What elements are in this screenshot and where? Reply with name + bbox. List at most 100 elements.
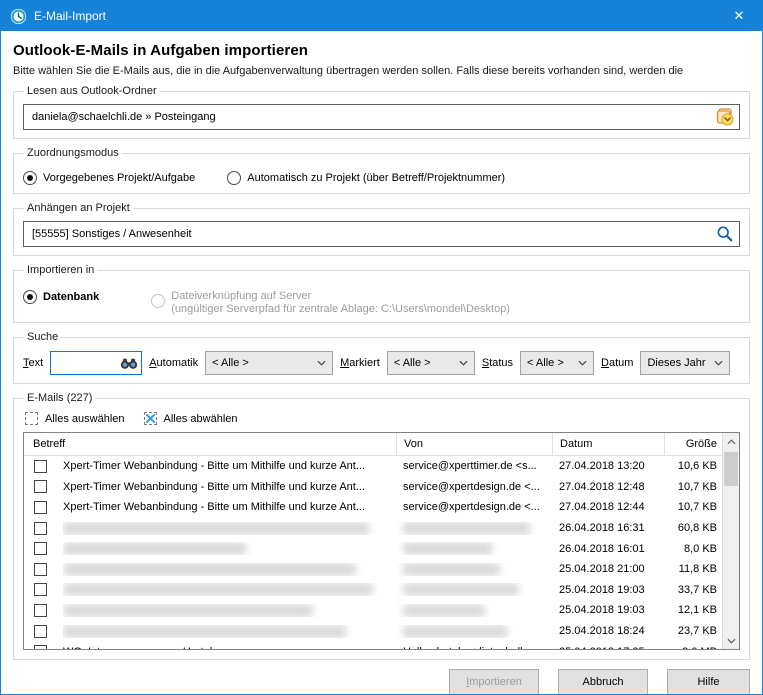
footer-buttons: Importieren Abbruch Hilfe <box>13 669 750 695</box>
blurred-von <box>403 522 530 535</box>
radio-automatisch-zu-projekt[interactable]: Automatisch zu Projekt (über Betreff/Pro… <box>227 171 505 185</box>
search-text-input[interactable] <box>50 351 142 375</box>
email-groesse: 10,7 KB <box>664 481 722 493</box>
radio-vorgegebenes-projekt-label: Vorgegebenes Projekt/Aufgabe <box>43 172 195 184</box>
email-datum: 26.04.2018 16:01 <box>552 543 664 555</box>
email-betreff <box>63 542 396 555</box>
radio-selected-icon <box>23 171 37 185</box>
email-betreff: Xpert-Timer Webanbindung - Bitte um Mith… <box>63 460 396 472</box>
email-checkbox[interactable] <box>34 625 47 638</box>
email-datum: 25.04.2018 19:03 <box>552 584 664 596</box>
email-von <box>396 542 552 555</box>
email-row[interactable]: 25.04.2018 21:0011,8 KB <box>24 559 739 580</box>
email-datum: 27.04.2018 12:44 <box>552 501 664 513</box>
help-button[interactable]: Hilfe <box>667 669 750 695</box>
email-table-body: Xpert-Timer Webanbindung - Bitte um Mith… <box>24 456 739 649</box>
blurred-von <box>403 542 492 555</box>
deselect-all-label[interactable]: Alles abwählen <box>164 413 238 425</box>
email-row[interactable]: WG: Interessengruppen HortplanungHelkesh… <box>24 641 739 649</box>
email-datum: 25.04.2018 21:00 <box>552 563 664 575</box>
blue-x-icon <box>146 414 155 423</box>
import-button[interactable]: Importieren <box>449 669 539 695</box>
radio-vorgegebenes-projekt[interactable]: Vorgegebenes Projekt/Aufgabe <box>23 171 195 185</box>
blurred-betreff <box>63 563 356 576</box>
close-icon[interactable]: ✕ <box>716 1 762 31</box>
scroll-down-icon[interactable] <box>723 632 739 649</box>
chevron-down-icon <box>317 360 326 366</box>
email-checkbox[interactable] <box>34 542 47 555</box>
column-header-datum[interactable]: Datum <box>552 433 664 455</box>
email-checkbox[interactable] <box>34 501 47 514</box>
chevron-down-icon <box>578 360 587 366</box>
radio-automatisch-zu-projekt-label: Automatisch zu Projekt (über Betreff/Pro… <box>247 172 505 184</box>
email-betreff <box>63 604 396 617</box>
email-table-header: Betreff Von Datum Größe <box>24 433 739 456</box>
blurred-von <box>403 563 500 576</box>
column-header-von[interactable]: Von <box>396 433 552 455</box>
column-header-betreff[interactable]: Betreff <box>24 433 396 455</box>
email-row[interactable]: 26.04.2018 16:018,0 KB <box>24 538 739 559</box>
column-header-groesse[interactable]: Größe <box>664 433 722 455</box>
email-groesse: 10,6 KB <box>664 460 722 472</box>
email-row[interactable]: Xpert-Timer Webanbindung - Bitte um Mith… <box>24 497 739 518</box>
radio-datenbank[interactable]: Datenbank <box>23 290 99 304</box>
email-von <box>396 625 552 638</box>
email-datum: 25.04.2018 18:24 <box>552 625 664 637</box>
email-groesse: 60,8 KB <box>664 522 722 534</box>
email-betreff <box>63 583 396 596</box>
projekt-field[interactable]: [55555] Sonstiges / Anwesenheit <box>23 221 740 247</box>
radio-unselected-icon <box>227 171 241 185</box>
projekt-value: [55555] Sonstiges / Anwesenheit <box>32 228 714 240</box>
email-betreff <box>63 563 396 576</box>
vertical-scrollbar[interactable] <box>722 433 739 649</box>
titlebar[interactable]: E-Mail-Import ✕ <box>1 1 762 31</box>
cancel-button[interactable]: Abbruch <box>558 669 648 695</box>
search-projekt-icon[interactable] <box>714 223 736 245</box>
automatik-select[interactable]: < Alle > <box>205 351 333 375</box>
radio-dateiverknuepfung-note: (ungültiger Serverpfad für zentrale Abla… <box>171 303 510 316</box>
scroll-up-icon[interactable] <box>723 433 739 450</box>
markiert-select[interactable]: < Alle > <box>387 351 475 375</box>
email-betreff: Xpert-Timer Webanbindung - Bitte um Mith… <box>63 481 396 493</box>
dialog-content: Outlook-E-Mails in Aufgaben importieren … <box>1 42 762 695</box>
email-checkbox[interactable] <box>34 604 47 617</box>
scrollbar-thumb[interactable] <box>724 452 738 486</box>
blurred-betreff <box>63 604 313 617</box>
outlook-folder-combo[interactable]: daniela@schaelchli.de » Posteingang <box>23 104 740 130</box>
outlook-folder-value: daniela@schaelchli.de » Posteingang <box>32 111 714 123</box>
email-row[interactable]: 25.04.2018 19:0312,1 KB <box>24 600 739 621</box>
email-checkbox[interactable] <box>34 583 47 596</box>
group-zuordnungsmodus-label: Zuordnungsmodus <box>24 147 122 159</box>
email-row[interactable]: 26.04.2018 16:3160,8 KB <box>24 518 739 539</box>
email-row[interactable]: Xpert-Timer Webanbindung - Bitte um Mith… <box>24 456 739 477</box>
blurred-betreff <box>63 583 373 596</box>
datum-select[interactable]: Dieses Jahr <box>640 351 730 375</box>
email-row[interactable]: 25.04.2018 18:2423,7 KB <box>24 621 739 642</box>
page-title: Outlook-E-Mails in Aufgaben importieren <box>13 42 750 59</box>
email-groesse: 12,1 KB <box>664 604 722 616</box>
blurred-von <box>403 604 485 617</box>
email-row[interactable]: Xpert-Timer Webanbindung - Bitte um Mith… <box>24 477 739 498</box>
email-checkbox[interactable] <box>34 460 47 473</box>
select-all-checkbox-icon[interactable] <box>25 412 38 425</box>
email-checkbox[interactable] <box>34 645 47 649</box>
radio-selected-icon <box>23 290 37 304</box>
suche-markiert-label: Markiert <box>340 357 380 369</box>
email-checkbox[interactable] <box>34 563 47 576</box>
outlook-folder-picker-icon[interactable] <box>714 106 736 128</box>
deselect-all-checkbox-icon[interactable] <box>144 412 157 425</box>
status-select[interactable]: < Alle > <box>520 351 594 375</box>
binoculars-icon <box>120 357 138 370</box>
group-emails: E-Mails (227) Alles auswählen Alles abwä… <box>13 392 750 660</box>
email-checkbox[interactable] <box>34 522 47 535</box>
email-von: service@xperttimer.de <s... <box>396 460 552 472</box>
suche-datum-label: Datum <box>601 357 633 369</box>
email-groesse: 33,7 KB <box>664 584 722 596</box>
blurred-von <box>403 583 519 596</box>
select-all-label[interactable]: Alles auswählen <box>45 413 125 425</box>
status-value: < Alle > <box>527 357 574 369</box>
email-row[interactable]: 25.04.2018 19:0333,7 KB <box>24 580 739 601</box>
chevron-down-icon <box>459 360 468 366</box>
email-checkbox[interactable] <box>34 480 47 493</box>
email-betreff: WG: Interessengruppen Hortplanung <box>63 646 396 649</box>
